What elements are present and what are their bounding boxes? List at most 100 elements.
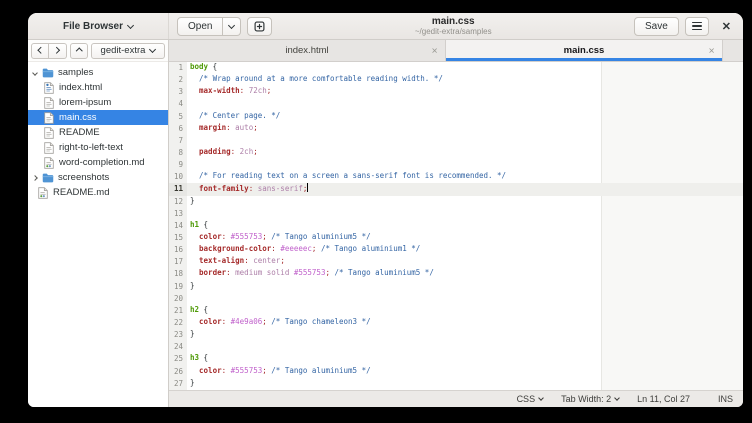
code-line[interactable]: max-width: 72ch; (187, 86, 743, 98)
file-browser-switcher[interactable]: File Browser (63, 21, 133, 32)
code-token (190, 366, 199, 375)
expander-down-icon[interactable] (32, 70, 38, 76)
code-token: /* Tango aluminium1 */ (321, 244, 420, 253)
file-browser-toolbar: gedit-extra (28, 40, 168, 62)
code-line[interactable]: h2 { (187, 305, 743, 317)
open-recent-dropdown[interactable] (223, 17, 241, 36)
tree-item-index-html[interactable]: index.html (28, 80, 168, 95)
code-line[interactable]: background-color: #eeeeec; /* Tango alum… (187, 244, 743, 256)
code-line[interactable]: text-align: center; (187, 256, 743, 268)
code-token: #eeeeec (280, 244, 312, 253)
code-line[interactable] (187, 135, 743, 147)
code-line[interactable]: margin: auto; (187, 123, 743, 135)
tree-item-samples[interactable]: samples (28, 65, 168, 80)
arrow-left-icon (38, 47, 44, 53)
line-number: 13 (169, 208, 187, 220)
markdown-icon (37, 187, 49, 199)
code-token: medium solid (235, 268, 289, 277)
open-button[interactable]: Open (177, 17, 223, 36)
tree-item-readme-md[interactable]: README.md (28, 185, 168, 200)
expander-right-icon[interactable] (32, 175, 38, 181)
code-line[interactable]: } (187, 378, 743, 390)
window-body: gedit-extra samplesindex.html lorem-ipsum… (28, 40, 743, 407)
forward-button[interactable] (49, 43, 67, 59)
code-line[interactable]: padding: 2ch; (187, 147, 743, 159)
code-token: } (190, 281, 195, 290)
code-line[interactable]: h1 { (187, 220, 743, 232)
code-line[interactable]: /* Center page. */ (187, 111, 743, 123)
code-line[interactable]: } (187, 329, 743, 341)
code-line[interactable]: border: medium solid #555753; /* Tango a… (187, 268, 743, 280)
up-button[interactable] (70, 43, 88, 59)
code-token: { (204, 305, 209, 314)
chevron-down-icon (538, 395, 544, 401)
tree-item-right-to-left-text[interactable]: right-to-left-text (28, 140, 168, 155)
code-token: #555753 (231, 366, 263, 375)
code-line[interactable] (187, 208, 743, 220)
code-token (190, 111, 199, 120)
code-line[interactable]: /* For reading text on a screen a sans-s… (187, 171, 743, 183)
gedit-window: File Browser Open main.css ~/gedit-extra… (28, 13, 743, 407)
file-name: lorem-ipsum (59, 97, 111, 108)
code-token (190, 244, 199, 253)
line-number: 17 (169, 256, 187, 268)
file-name: right-to-left-text (59, 142, 123, 153)
code-line[interactable]: color: #4e9a06; /* Tango chameleon3 */ (187, 317, 743, 329)
location-dropdown[interactable]: gedit-extra (91, 43, 165, 59)
code-line[interactable]: h3 { (187, 353, 743, 365)
code-lines: body { /* Wrap around at a more comforta… (187, 62, 743, 390)
back-button[interactable] (31, 43, 49, 59)
line-number: 7 (169, 135, 187, 147)
tree-item-readme[interactable]: README (28, 125, 168, 140)
window-close-button[interactable]: ✕ (718, 20, 735, 33)
line-number: 9 (169, 159, 187, 171)
code-line[interactable]: font-family: sans-serif; (187, 183, 743, 195)
code-token: 2ch (240, 147, 254, 156)
code-line[interactable] (187, 341, 743, 353)
code-token: #4e9a06 (231, 317, 263, 326)
document-path: ~/gedit-extra/samples (415, 27, 492, 36)
new-tab-button[interactable] (247, 17, 272, 36)
text-view[interactable]: body { /* Wrap around at a more comforta… (187, 62, 743, 390)
code-token: /* Center page. */ (199, 111, 280, 120)
tree-item-lorem-ipsum[interactable]: lorem-ipsum (28, 95, 168, 110)
insert-mode: INS (718, 394, 733, 404)
code-token: 72ch (249, 86, 267, 95)
status-label: Ln 11, Col 27 (637, 394, 690, 404)
line-number: 11 (169, 183, 187, 195)
markdown-icon (43, 157, 55, 169)
tab-width-selector[interactable]: Tab Width: 2 (561, 394, 619, 404)
code-line[interactable] (187, 159, 743, 171)
tab-main-css[interactable]: main.css✕ (446, 40, 723, 61)
tree-item-screenshots[interactable]: screenshots (28, 170, 168, 185)
save-button[interactable]: Save (634, 17, 679, 36)
code-line[interactable]: } (187, 196, 743, 208)
tree-item-word-completion-md[interactable]: word-completion.md (28, 155, 168, 170)
code-line[interactable]: } (187, 281, 743, 293)
menu-button[interactable] (685, 17, 709, 36)
line-number: 18 (169, 268, 187, 280)
language-selector[interactable]: CSS (517, 394, 544, 404)
file-name: README.md (53, 187, 109, 198)
code-line[interactable]: /* Wrap around at a more comfortable rea… (187, 74, 743, 86)
css-icon (43, 112, 55, 124)
code-token: /* Tango aluminium5 */ (271, 366, 370, 375)
chevron-down-icon (228, 21, 235, 28)
code-line[interactable]: body { (187, 62, 743, 74)
code-line[interactable]: color: #555753; /* Tango aluminium5 */ (187, 366, 743, 378)
tab-bar: index.html✕main.css✕ (169, 40, 743, 62)
code-token: h3 (190, 353, 199, 362)
tab-index-html[interactable]: index.html✕ (169, 40, 446, 61)
code-token: center (253, 256, 280, 265)
tree-item-main-css[interactable]: main.css (28, 110, 168, 125)
line-number: 23 (169, 329, 187, 341)
tab-close-icon[interactable]: ✕ (431, 46, 438, 55)
arrow-right-icon (53, 47, 59, 53)
code-line[interactable] (187, 98, 743, 110)
code-line[interactable] (187, 293, 743, 305)
code-line[interactable]: color: #555753; /* Tango aluminium5 */ (187, 232, 743, 244)
tab-close-icon[interactable]: ✕ (708, 46, 715, 55)
code-token: sans-serif (258, 184, 303, 193)
code-token: ; (267, 86, 272, 95)
code-token: /* For reading text on a screen a sans-s… (199, 171, 506, 180)
